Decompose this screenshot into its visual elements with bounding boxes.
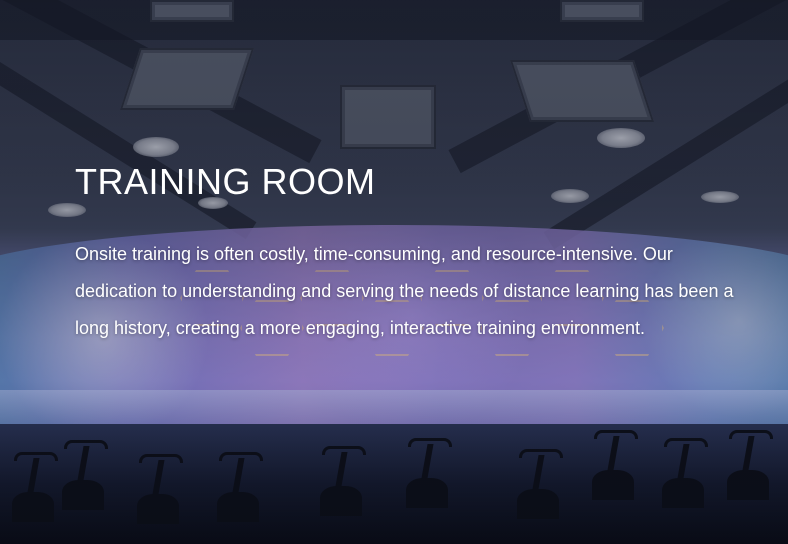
hero-banner: TRAINING ROOM Onsite training is often c… xyxy=(0,0,788,544)
page-title: TRAINING ROOM xyxy=(75,161,376,202)
hero-content: TRAINING ROOM Onsite training is often c… xyxy=(75,160,745,347)
hero-description: Onsite training is often costly, time-co… xyxy=(75,244,734,338)
